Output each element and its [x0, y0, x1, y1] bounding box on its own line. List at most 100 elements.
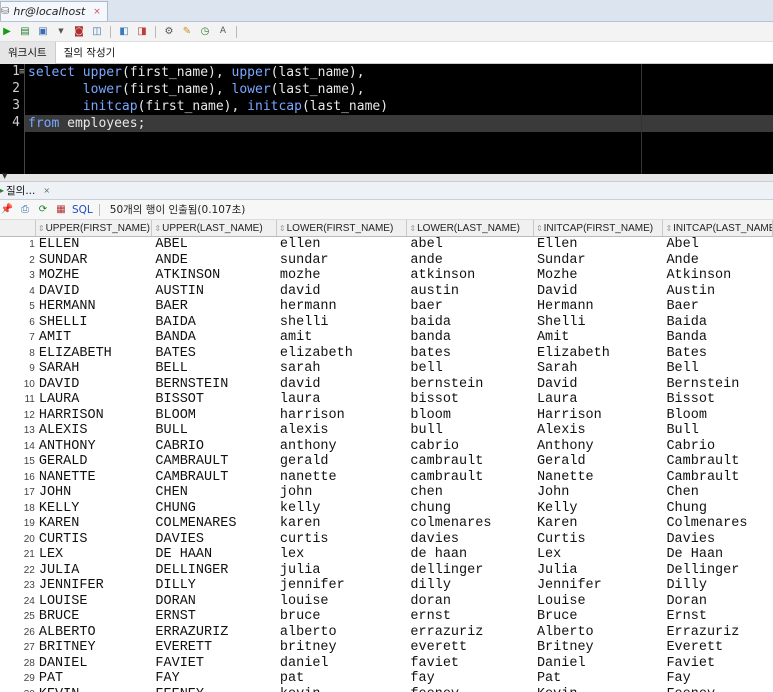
- table-cell[interactable]: gerald: [277, 454, 408, 470]
- table-cell[interactable]: alberto: [277, 625, 408, 641]
- table-cell[interactable]: BLOOM: [152, 408, 277, 424]
- table-cell[interactable]: julia: [277, 563, 408, 579]
- table-cell[interactable]: AMIT: [36, 330, 153, 346]
- table-cell[interactable]: shelli: [277, 315, 408, 331]
- rollback-icon[interactable]: ◙: [72, 25, 86, 39]
- table-row[interactable]: 17 JOHN CHEN john chen John Chen: [0, 485, 773, 501]
- table-cell[interactable]: BISSOT: [152, 392, 277, 408]
- clear-icon[interactable]: ✎: [180, 25, 194, 39]
- table-cell[interactable]: Karen: [534, 516, 664, 532]
- table-cell[interactable]: dilly: [407, 578, 534, 594]
- tab-worksheet[interactable]: 워크시트: [0, 41, 56, 64]
- table-cell[interactable]: bell: [407, 361, 534, 377]
- table-cell[interactable]: Errazuriz: [663, 625, 773, 641]
- autotrace-icon[interactable]: ◧: [117, 25, 131, 39]
- table-cell[interactable]: DELLINGER: [152, 563, 277, 579]
- table-cell[interactable]: KEVIN: [36, 687, 153, 692]
- table-cell[interactable]: ellen: [277, 237, 408, 253]
- table-cell[interactable]: Alexis: [534, 423, 664, 439]
- print-icon[interactable]: ⎙: [18, 203, 32, 217]
- table-cell[interactable]: Gerald: [534, 454, 664, 470]
- table-cell[interactable]: De Haan: [663, 547, 773, 563]
- table-cell[interactable]: sarah: [277, 361, 408, 377]
- table-cell[interactable]: david: [277, 377, 408, 393]
- table-cell[interactable]: Bates: [663, 346, 773, 362]
- table-row[interactable]: 5 HERMANN BAER hermann baer Hermann Baer: [0, 299, 773, 315]
- table-cell[interactable]: Dellinger: [663, 563, 773, 579]
- table-cell[interactable]: Atkinson: [663, 268, 773, 284]
- table-cell[interactable]: Baer: [663, 299, 773, 315]
- table-row[interactable]: 1 ELLEN ABEL ellen abel Ellen Abel: [0, 237, 773, 253]
- table-cell[interactable]: Fay: [663, 671, 773, 687]
- table-row[interactable]: 24 LOUISE DORAN louise doran Louise Doran: [0, 594, 773, 610]
- table-cell[interactable]: AUSTIN: [152, 284, 277, 300]
- table-cell[interactable]: cambrault: [407, 470, 534, 486]
- table-cell[interactable]: Lex: [534, 547, 664, 563]
- table-cell[interactable]: bloom: [407, 408, 534, 424]
- table-cell[interactable]: Bloom: [663, 408, 773, 424]
- column-header[interactable]: ⇕ UPPER(LAST_NAME): [152, 220, 277, 236]
- table-cell[interactable]: Hermann: [534, 299, 664, 315]
- table-cell[interactable]: DAVID: [36, 377, 153, 393]
- tab-query-result[interactable]: ▸ 질의... ×: [0, 183, 56, 198]
- table-row[interactable]: 29 PAT FAY pat fay Pat Fay: [0, 671, 773, 687]
- table-cell[interactable]: BERNSTEIN: [152, 377, 277, 393]
- table-cell[interactable]: sundar: [277, 253, 408, 269]
- format-icon[interactable]: ⚙: [162, 25, 176, 39]
- table-cell[interactable]: ande: [407, 253, 534, 269]
- table-cell[interactable]: DE HAAN: [152, 547, 277, 563]
- table-cell[interactable]: Harrison: [534, 408, 664, 424]
- table-cell[interactable]: Bernstein: [663, 377, 773, 393]
- table-cell[interactable]: doran: [407, 594, 534, 610]
- table-row[interactable]: 12 HARRISON BLOOM harrison bloom Harrison Bloo…: [0, 408, 773, 424]
- table-cell[interactable]: ERNST: [152, 609, 277, 625]
- table-cell[interactable]: lex: [277, 547, 408, 563]
- table-cell[interactable]: Ellen: [534, 237, 664, 253]
- table-cell[interactable]: Colmenares: [663, 516, 773, 532]
- table-cell[interactable]: atkinson: [407, 268, 534, 284]
- fold-marker-icon[interactable]: ≡: [19, 67, 24, 77]
- commit-icon[interactable]: ▣: [36, 25, 50, 39]
- table-row[interactable]: 3 MOZHE ATKINSON mozhe atkinson Mozhe Atkinson: [0, 268, 773, 284]
- table-cell[interactable]: BELL: [152, 361, 277, 377]
- table-cell[interactable]: PAT: [36, 671, 153, 687]
- table-cell[interactable]: HARRISON: [36, 408, 153, 424]
- table-cell[interactable]: Cambrault: [663, 454, 773, 470]
- table-cell[interactable]: Doran: [663, 594, 773, 610]
- table-row[interactable]: 19 KAREN COLMENARES karen colmenares Karen Col…: [0, 516, 773, 532]
- table-row[interactable]: 9 SARAH BELL sarah bell Sarah Bell: [0, 361, 773, 377]
- table-cell[interactable]: BATES: [152, 346, 277, 362]
- table-cell[interactable]: faviet: [407, 656, 534, 672]
- table-cell[interactable]: John: [534, 485, 664, 501]
- table-cell[interactable]: Bissot: [663, 392, 773, 408]
- table-cell[interactable]: Bull: [663, 423, 773, 439]
- table-row[interactable]: 14 ANTHONY CABRIO anthony cabrio Anthony Cabri…: [0, 439, 773, 455]
- table-cell[interactable]: anthony: [277, 439, 408, 455]
- table-row[interactable]: 6 SHELLI BAIDA shelli baida Shelli Baida: [0, 315, 773, 331]
- table-row[interactable]: 18 KELLY CHUNG kelly chung Kelly Chung: [0, 501, 773, 517]
- table-cell[interactable]: bates: [407, 346, 534, 362]
- sql-tuning-icon[interactable]: ◨: [135, 25, 149, 39]
- close-tab-icon[interactable]: ×: [93, 7, 101, 17]
- table-cell[interactable]: Curtis: [534, 532, 664, 548]
- table-cell[interactable]: CURTIS: [36, 532, 153, 548]
- table-cell[interactable]: abel: [407, 237, 534, 253]
- table-cell[interactable]: banda: [407, 330, 534, 346]
- table-cell[interactable]: FAVIET: [152, 656, 277, 672]
- tab-query-builder[interactable]: 질의 작성기: [56, 42, 124, 64]
- result-grid[interactable]: ⇕ UPPER(FIRST_NAME) ⇕ UPPER(LAST_NAME) ⇕ LO…: [0, 220, 773, 692]
- table-cell[interactable]: chen: [407, 485, 534, 501]
- table-row[interactable]: 4 DAVID AUSTIN david austin David Austin: [0, 284, 773, 300]
- table-cell[interactable]: jennifer: [277, 578, 408, 594]
- table-cell[interactable]: CABRIO: [152, 439, 277, 455]
- table-cell[interactable]: Ernst: [663, 609, 773, 625]
- table-cell[interactable]: baida: [407, 315, 534, 331]
- table-cell[interactable]: DAVIES: [152, 532, 277, 548]
- close-result-tab-icon[interactable]: ×: [43, 186, 50, 195]
- table-cell[interactable]: harrison: [277, 408, 408, 424]
- table-row[interactable]: 13 ALEXIS BULL alexis bull Alexis Bull: [0, 423, 773, 439]
- table-cell[interactable]: BANDA: [152, 330, 277, 346]
- table-cell[interactable]: ernst: [407, 609, 534, 625]
- table-cell[interactable]: SUNDAR: [36, 253, 153, 269]
- table-cell[interactable]: Louise: [534, 594, 664, 610]
